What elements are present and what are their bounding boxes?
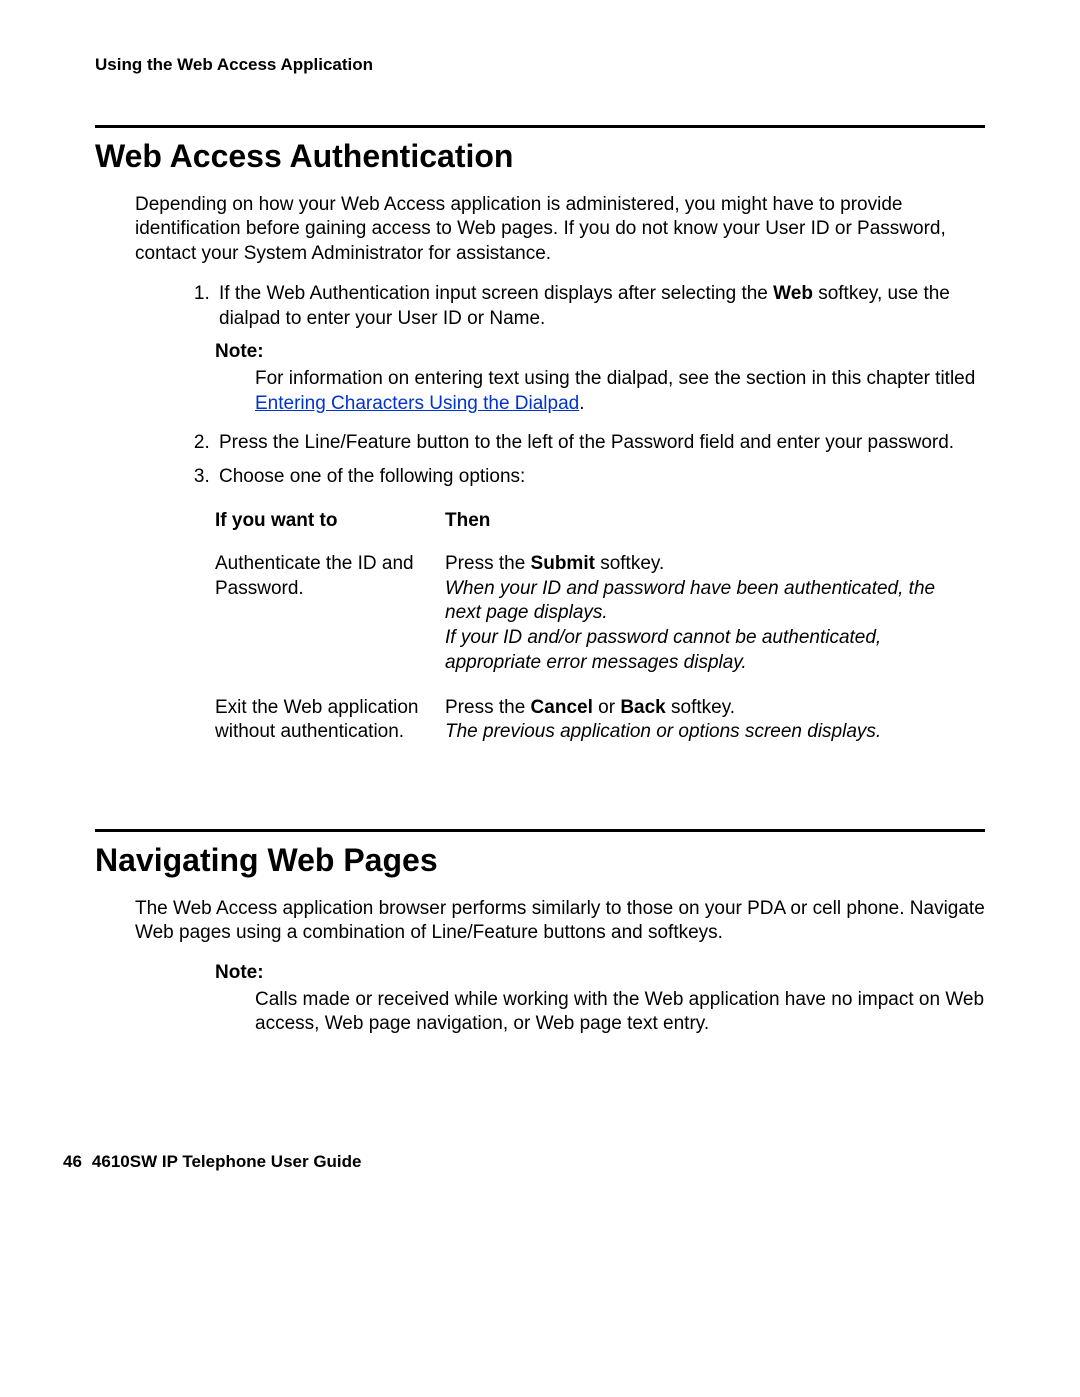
options-table: If you want to Then Authenticate the ID … bbox=[215, 504, 975, 759]
options-r2c1: Exit the Web application without authent… bbox=[215, 690, 445, 759]
heading-web-access-authentication: Web Access Authentication bbox=[95, 138, 985, 175]
options-th-1: If you want to bbox=[215, 504, 445, 546]
note-label-1: Note: bbox=[215, 341, 985, 363]
r1c2-post: softkey. bbox=[595, 553, 664, 574]
footer: 46 4610SW IP Telephone User Guide bbox=[63, 1152, 362, 1172]
step-3: Choose one of the following options: bbox=[215, 465, 985, 490]
section-rule bbox=[95, 125, 985, 128]
r2c2-post: softkey. bbox=[666, 697, 735, 718]
note-label-2: Note: bbox=[215, 962, 985, 984]
note1-pre: For information on entering text using t… bbox=[255, 368, 975, 389]
footer-page-number: 46 bbox=[63, 1152, 82, 1171]
r1c2-i1: When your ID and password have been auth… bbox=[445, 578, 935, 624]
options-r1c1: Authenticate the ID and Password. bbox=[215, 546, 445, 689]
step1-bold: Web bbox=[773, 283, 813, 304]
section2-intro: The Web Access application browser perfo… bbox=[135, 897, 985, 946]
heading-navigating-web-pages: Navigating Web Pages bbox=[95, 842, 985, 879]
note-body-2: Calls made or received while working wit… bbox=[255, 988, 985, 1037]
options-r1c2: Press the Submit softkey. When your ID a… bbox=[445, 546, 975, 689]
r2c2-b1: Cancel bbox=[531, 697, 593, 718]
footer-title: 4610SW IP Telephone User Guide bbox=[92, 1152, 362, 1171]
link-entering-characters[interactable]: Entering Characters Using the Dialpad bbox=[255, 393, 579, 414]
r2c2-pre: Press the bbox=[445, 697, 531, 718]
r2c2-i1: The previous application or options scre… bbox=[445, 721, 881, 742]
r1c2-i2: If your ID and/or password cannot be aut… bbox=[445, 627, 881, 673]
r1c2-pre: Press the bbox=[445, 553, 531, 574]
step-2: Press the Line/Feature button to the lef… bbox=[215, 431, 985, 456]
section1-body: Depending on how your Web Access applica… bbox=[135, 193, 985, 759]
options-row-1: Authenticate the ID and Password. Press … bbox=[215, 546, 975, 689]
step1-pre: If the Web Authentication input screen d… bbox=[219, 283, 773, 304]
section2-body: The Web Access application browser perfo… bbox=[135, 897, 985, 1037]
section1-steps-cont: Press the Line/Feature button to the lef… bbox=[215, 431, 985, 490]
options-th-2: Then bbox=[445, 504, 975, 546]
note-body-1: For information on entering text using t… bbox=[255, 367, 985, 416]
section-rule-2 bbox=[95, 829, 985, 832]
r1c2-bold: Submit bbox=[531, 553, 595, 574]
r2c2-b2: Back bbox=[620, 697, 665, 718]
options-row-2: Exit the Web application without authent… bbox=[215, 690, 975, 759]
section1-steps: If the Web Authentication input screen d… bbox=[215, 282, 985, 331]
section1-intro: Depending on how your Web Access applica… bbox=[135, 193, 985, 266]
options-r2c2: Press the Cancel or Back softkey. The pr… bbox=[445, 690, 975, 759]
note1-post: . bbox=[579, 393, 584, 414]
running-head: Using the Web Access Application bbox=[95, 55, 985, 75]
step-1: If the Web Authentication input screen d… bbox=[215, 282, 985, 331]
page: Using the Web Access Application Web Acc… bbox=[0, 0, 1080, 1397]
r2c2-mid: or bbox=[593, 697, 620, 718]
